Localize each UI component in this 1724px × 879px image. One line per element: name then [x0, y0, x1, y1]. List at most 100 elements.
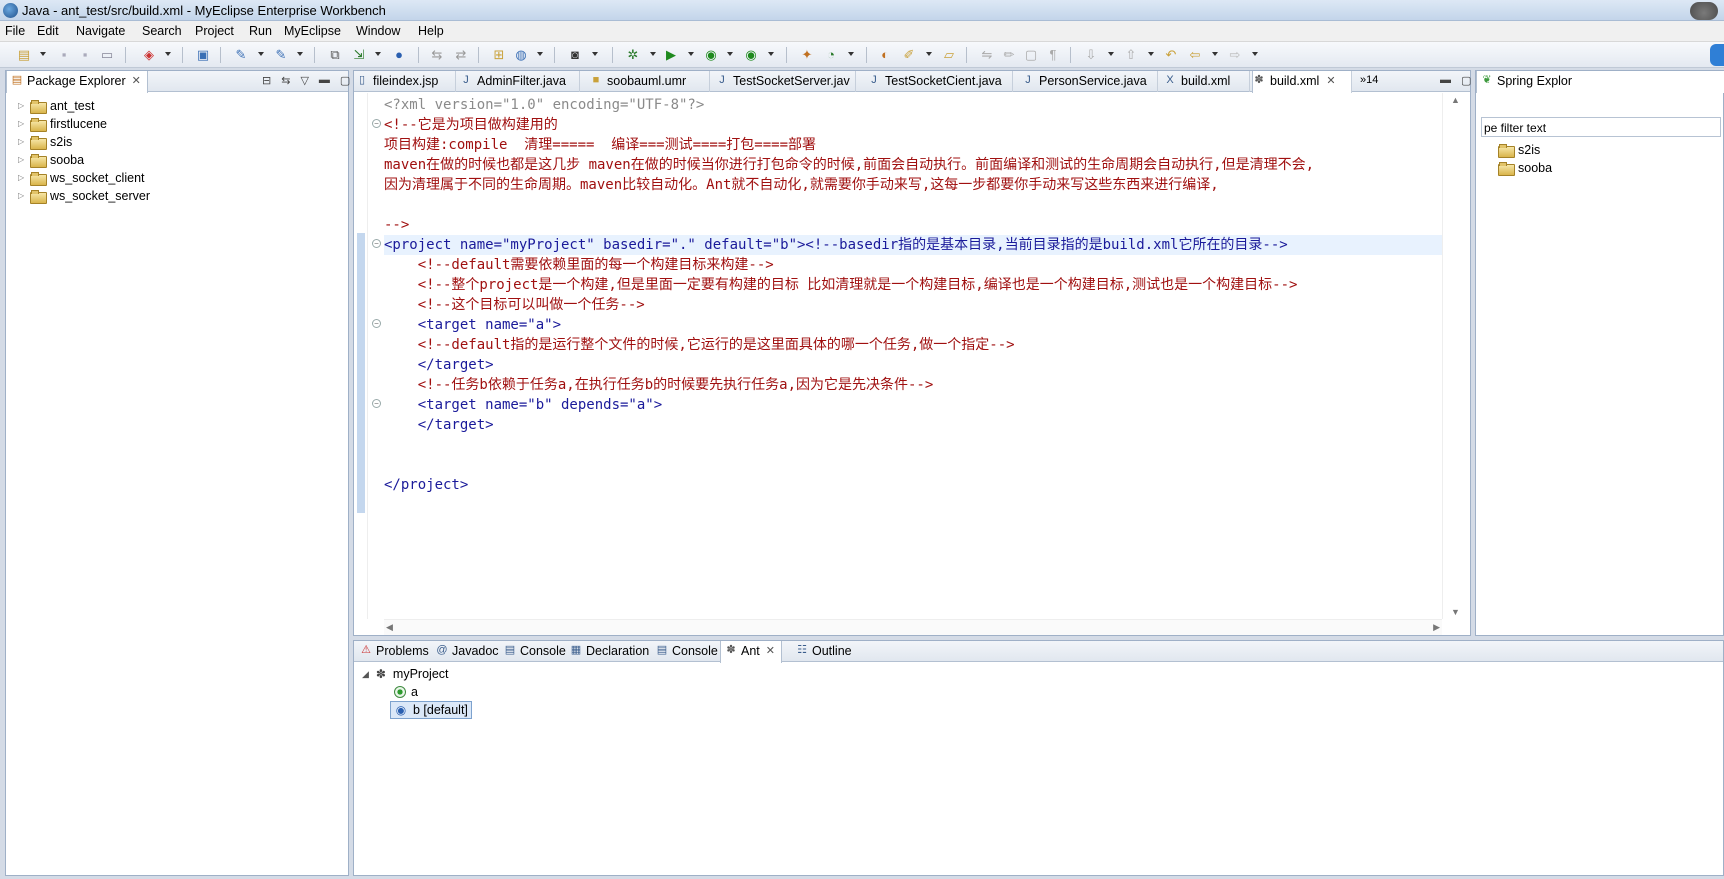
- scroll-left-icon[interactable]: ◀: [386, 622, 393, 633]
- forward-icon[interactable]: ⇨: [1226, 46, 1244, 63]
- forward-dropdown-icon[interactable]: [1252, 52, 1258, 56]
- minimize-icon[interactable]: ▬: [319, 74, 330, 87]
- expand-icon[interactable]: ▷: [18, 138, 26, 146]
- editor-tab-fileindex[interactable]: ▯ fileindex.jsp: [356, 71, 456, 92]
- close-icon[interactable]: ✕: [132, 74, 141, 87]
- export-icon[interactable]: ⇲: [350, 46, 368, 63]
- menu-run[interactable]: Run: [249, 24, 272, 38]
- web-dropdown-icon[interactable]: [297, 52, 303, 56]
- tab-package-explorer[interactable]: ▤ Package Explorer ✕: [6, 71, 148, 93]
- open-type-icon[interactable]: ◈: [140, 46, 158, 63]
- next-annotation-dropdown-icon[interactable]: [1108, 52, 1114, 56]
- open-resource-dropdown-icon[interactable]: [926, 52, 932, 56]
- menu-navigate[interactable]: Navigate: [76, 24, 125, 38]
- next-annotation-icon[interactable]: ⇩: [1082, 46, 1100, 63]
- deploy-icon[interactable]: ✎: [232, 46, 250, 63]
- minimize-icon[interactable]: ▬: [1440, 74, 1451, 87]
- tree-item-ws_socket_server[interactable]: ▷ ws_socket_server: [18, 187, 150, 205]
- tab-problems[interactable]: ⚠ Problems: [356, 641, 435, 662]
- tab-overflow-chevron[interactable]: »14: [1360, 74, 1378, 86]
- fold-toggle-icon[interactable]: −: [372, 399, 381, 408]
- ant-target-a[interactable]: a: [394, 683, 418, 701]
- ant-target-b-default[interactable]: ◉ b [default]: [390, 701, 472, 719]
- perspective-switcher-icon[interactable]: [1710, 44, 1724, 66]
- menu-file[interactable]: File: [5, 24, 25, 38]
- menu-window[interactable]: Window: [356, 24, 400, 38]
- fold-toggle-icon[interactable]: −: [372, 239, 381, 248]
- tree-item-sooba[interactable]: ▷ sooba: [18, 151, 84, 169]
- vertical-scrollbar[interactable]: ▲ ▼: [1442, 93, 1470, 619]
- link-with-editor-icon[interactable]: ⇆: [281, 74, 290, 87]
- maximize-icon[interactable]: ▢: [340, 74, 350, 87]
- external-tools-dropdown-icon[interactable]: [768, 52, 774, 56]
- code-editor[interactable]: <?xml version="1.0" encoding="UTF-8"?> <…: [384, 93, 1442, 619]
- tree-item-ant_test[interactable]: ▷ ant_test: [18, 97, 94, 115]
- scroll-right-icon[interactable]: ▶: [1433, 622, 1440, 633]
- close-icon[interactable]: ✕: [766, 644, 775, 657]
- fold-toggle-icon[interactable]: −: [372, 319, 381, 328]
- block-select-icon[interactable]: ▢: [1022, 46, 1040, 63]
- menu-project[interactable]: Project: [195, 24, 234, 38]
- open-dropdown-icon[interactable]: [165, 52, 171, 56]
- filter-input[interactable]: pe filter text: [1481, 117, 1721, 137]
- expand-icon[interactable]: ▷: [18, 192, 26, 200]
- web-icon[interactable]: ✎: [272, 46, 290, 63]
- expand-icon[interactable]: ▷: [18, 120, 26, 128]
- scroll-up-icon[interactable]: ▲: [1451, 95, 1460, 105]
- open-perspective-icon[interactable]: ◐: [876, 46, 894, 63]
- tree-item-firstlucene[interactable]: ▷ firstlucene: [18, 115, 107, 133]
- run-icon[interactable]: ▶: [662, 46, 680, 63]
- tab-console-1[interactable]: ▤ Console: [500, 641, 572, 662]
- ant-project-node[interactable]: ◢ ✽ myProject: [362, 665, 449, 683]
- collapse-all-icon[interactable]: ⊟: [262, 74, 271, 87]
- run-dropdown-icon[interactable]: [688, 52, 694, 56]
- prev-annotation-dropdown-icon[interactable]: [1148, 52, 1154, 56]
- close-icon[interactable]: ✕: [1326, 74, 1335, 93]
- external-tools-icon[interactable]: ◉: [742, 46, 760, 63]
- open-task-icon[interactable]: ⇆: [428, 46, 446, 63]
- spring-item-sooba[interactable]: sooba: [1498, 159, 1552, 177]
- back-icon[interactable]: ⇦: [1186, 46, 1204, 63]
- horizontal-scrollbar[interactable]: ◀ ▶: [384, 619, 1442, 635]
- menu-search[interactable]: Search: [142, 24, 182, 38]
- globe-dropdown-icon[interactable]: [537, 52, 543, 56]
- team-icon[interactable]: ⇄: [452, 46, 470, 63]
- save-all-icon[interactable]: ▪: [76, 46, 94, 63]
- browser-icon[interactable]: ●: [390, 46, 408, 63]
- tab-spring-explorer[interactable]: ❦ Spring Explor: [1476, 71, 1724, 93]
- tree-item-s2is[interactable]: ▷ s2is: [18, 133, 72, 151]
- new-icon[interactable]: ▤: [15, 46, 33, 63]
- menu-help[interactable]: Help: [418, 24, 444, 38]
- new-java-project-icon[interactable]: ✦: [798, 46, 816, 63]
- export-dropdown-icon[interactable]: [375, 52, 381, 56]
- debug-dropdown-icon[interactable]: [650, 52, 656, 56]
- server-icon[interactable]: ▣: [194, 46, 212, 63]
- link-icon[interactable]: ⇋: [978, 46, 996, 63]
- tab-ant[interactable]: ✽ Ant ✕: [720, 641, 782, 663]
- search-folder-icon[interactable]: ⊞: [490, 46, 508, 63]
- wizard-icon[interactable]: ⧉: [326, 46, 344, 63]
- fold-toggle-icon[interactable]: −: [372, 119, 381, 128]
- window-control-button[interactable]: [1690, 2, 1718, 20]
- new-class-dropdown-icon[interactable]: [848, 52, 854, 56]
- expand-icon[interactable]: ▷: [18, 102, 26, 110]
- tab-outline[interactable]: ☷ Outline: [792, 641, 858, 662]
- tab-console-2[interactable]: ▤ Console: [652, 641, 724, 662]
- open-resource-icon[interactable]: ✐: [900, 46, 918, 63]
- open-folder-icon[interactable]: ▱: [940, 46, 958, 63]
- prev-annotation-icon[interactable]: ⇧: [1122, 46, 1140, 63]
- new-dropdown-icon[interactable]: [40, 52, 46, 56]
- collapse-icon[interactable]: ◢: [362, 669, 369, 680]
- view-menu-icon[interactable]: ▽: [300, 74, 308, 87]
- editor-tab-build-xml-1[interactable]: Xbuild.xml: [1164, 71, 1250, 92]
- globe-icon[interactable]: ◍: [512, 46, 530, 63]
- menu-edit[interactable]: Edit: [37, 24, 59, 38]
- menu-myeclipse[interactable]: MyEclipse: [284, 24, 341, 38]
- tab-declaration[interactable]: ▦ Declaration: [566, 641, 655, 662]
- editor-tab-testsocketcient[interactable]: J TestSocketCient.java: [868, 71, 1013, 92]
- editor-tab-adminfilter[interactable]: J AdminFilter.java: [460, 71, 580, 92]
- deploy-dropdown-icon[interactable]: [258, 52, 264, 56]
- editor-tab-build-xml-2[interactable]: ✽ build.xml ✕: [1252, 71, 1352, 93]
- expand-icon[interactable]: ▷: [18, 156, 26, 164]
- camera-icon[interactable]: ◙: [566, 46, 584, 63]
